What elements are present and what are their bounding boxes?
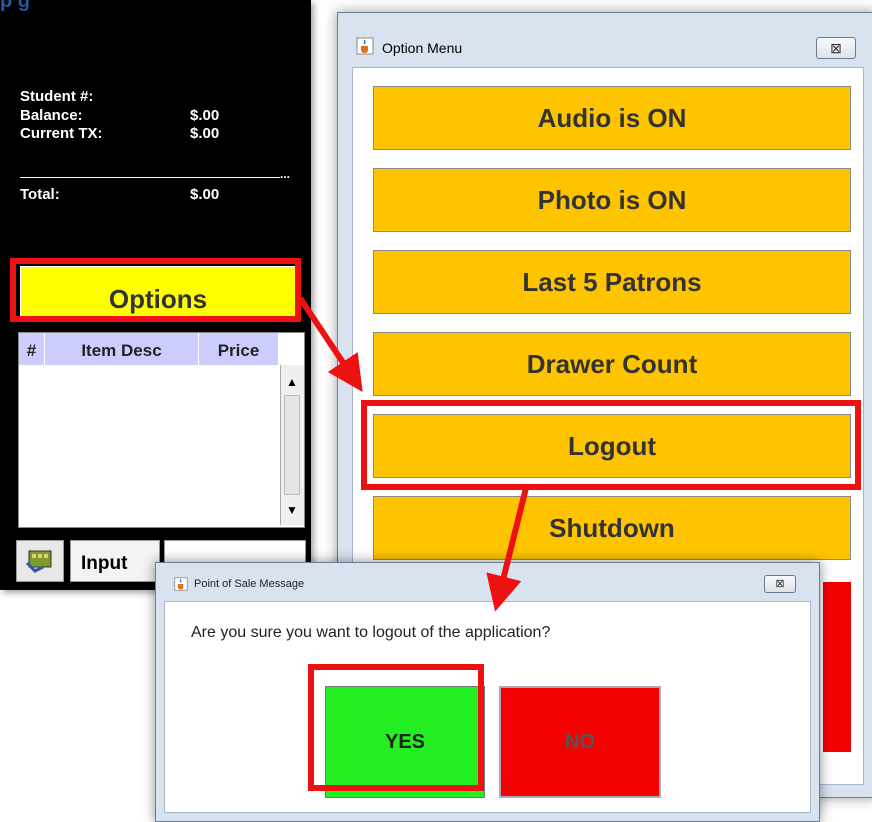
arrow-logout-to-dialog [486, 487, 529, 612]
annotation-arrows [297, 296, 529, 612]
arrow-options-to-menu [297, 296, 363, 392]
